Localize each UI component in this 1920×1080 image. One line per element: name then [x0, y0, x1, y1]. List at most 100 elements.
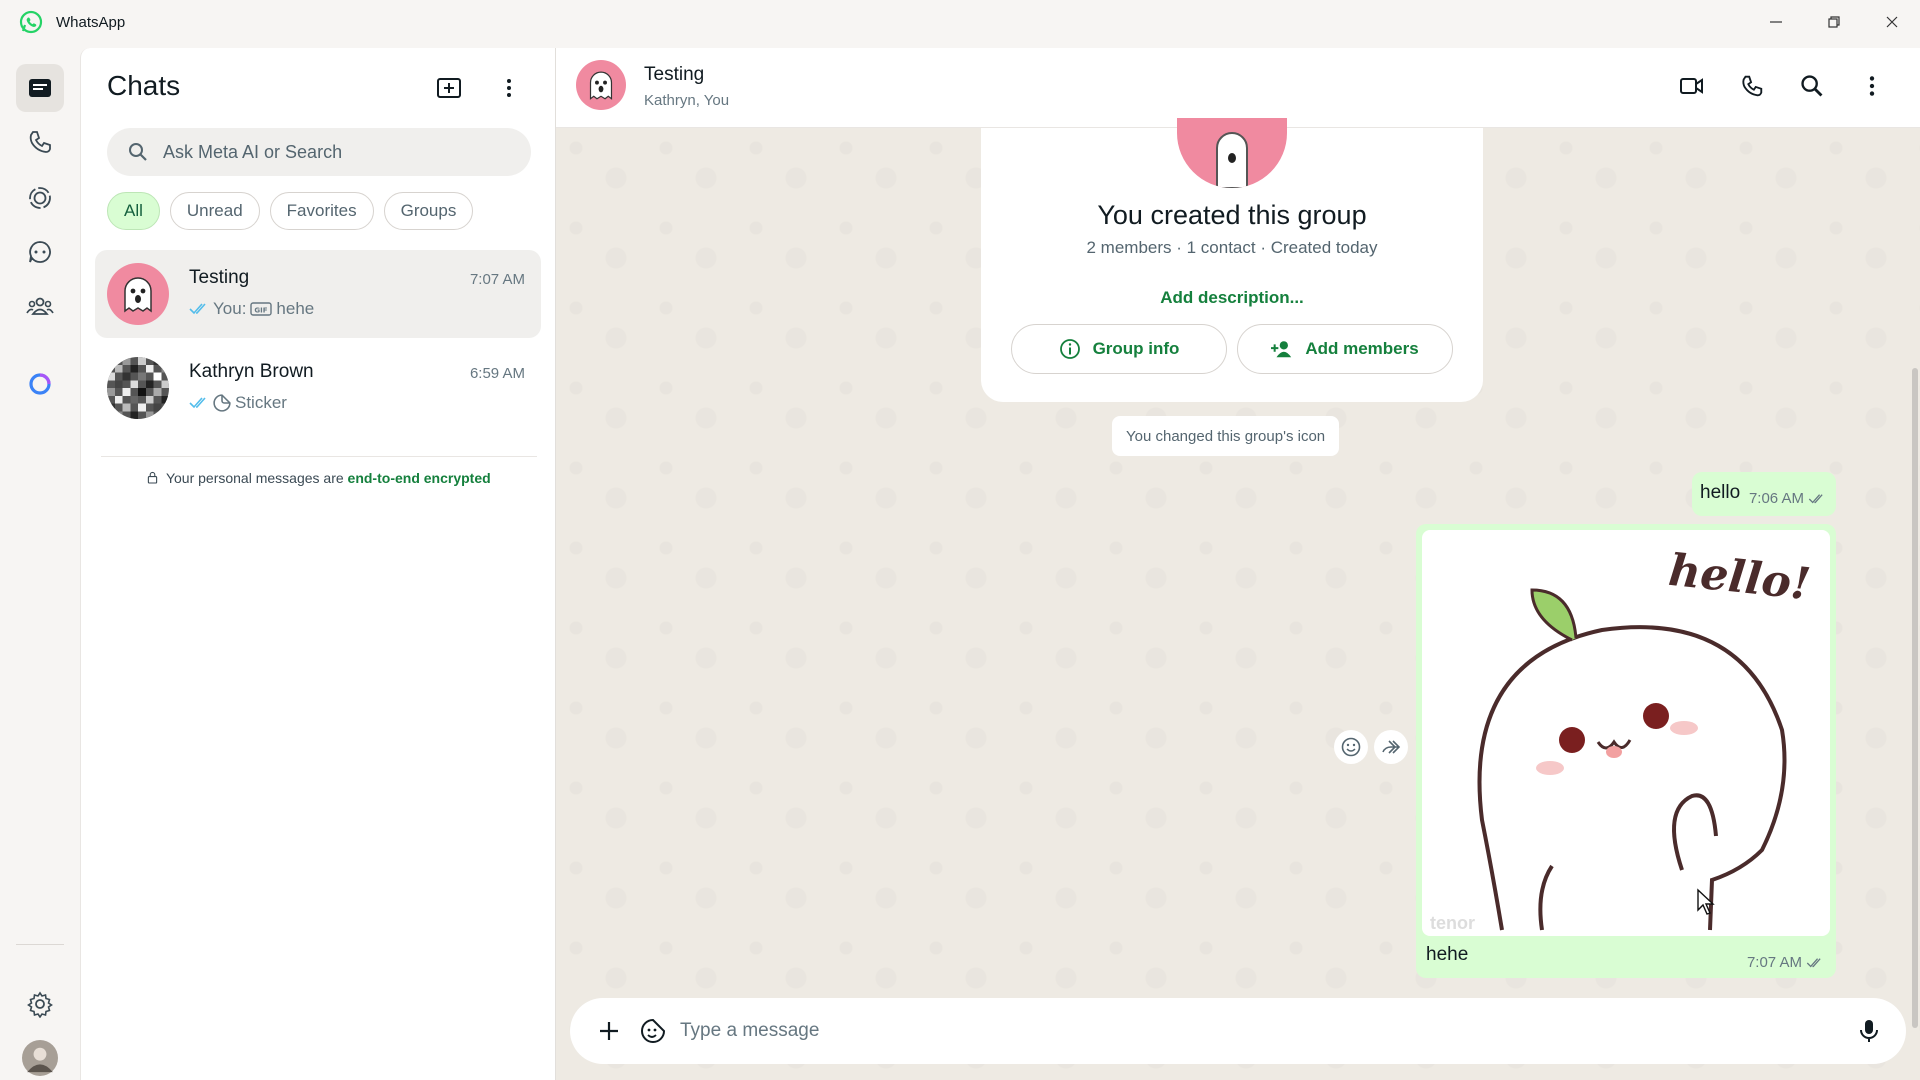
conversation-name: Testing — [644, 64, 705, 85]
add-members-button[interactable]: Add members — [1237, 324, 1453, 374]
chat-list-panel: Chats All Unread Favorites Groups Testin… — [80, 48, 556, 1080]
minimize-button[interactable] — [1748, 0, 1804, 44]
profile-avatar — [22, 1040, 58, 1076]
forward-button[interactable] — [1374, 730, 1408, 764]
preview-text: hehe — [276, 299, 315, 318]
chat-list-title: Chats — [107, 70, 181, 101]
preview-prefix: You: — [213, 299, 247, 318]
new-chat-button[interactable] — [429, 68, 469, 108]
gif-media[interactable]: hello! tenor — [1422, 530, 1830, 936]
list-divider — [101, 456, 537, 457]
chat-time: 6:59 AM — [469, 365, 525, 382]
ghost-icon — [576, 60, 626, 110]
minimize-icon — [1770, 21, 1782, 23]
more-options-icon — [507, 79, 511, 97]
search-input[interactable] — [163, 141, 523, 163]
conversation-members: Kathryn, You — [644, 92, 730, 109]
double-check-icon — [189, 397, 206, 409]
chat-preview: Sticker — [189, 393, 287, 413]
system-message: You changed this group's icon — [1112, 416, 1340, 456]
filter-groups[interactable]: Groups — [383, 192, 474, 230]
conversation-avatar[interactable] — [576, 60, 626, 110]
message-text: hello — [1700, 482, 1741, 503]
chat-row-testing[interactable]: Testing 7:07 AM You: GIF hehe — [95, 250, 541, 338]
sticker-emoji-icon — [641, 1018, 666, 1043]
rail-settings-button[interactable] — [16, 980, 64, 1028]
chats-icon — [29, 79, 51, 97]
group-created-card: You created this group 2 members · 1 con… — [981, 118, 1483, 402]
rail-chats-button[interactable] — [16, 64, 64, 112]
lock-icon — [148, 471, 158, 484]
search-messages-button[interactable] — [1790, 64, 1834, 108]
app-title: WhatsApp — [56, 13, 126, 31]
plus-icon — [600, 1022, 618, 1040]
group-info-label: Group info — [1092, 339, 1180, 358]
restore-icon — [1828, 16, 1840, 28]
gif-message-bubble[interactable]: hello! tenor hehe 7:07 AM — [1416, 524, 1836, 978]
message-text: hehe — [1426, 944, 1469, 965]
video-call-icon — [1680, 78, 1703, 94]
encryption-link[interactable]: end-to-end encrypted — [348, 470, 491, 486]
chat-list-menu-button[interactable] — [489, 68, 529, 108]
gif-icon: GIF — [250, 302, 273, 316]
chat-preview: You: GIF hehe — [189, 299, 314, 319]
new-chat-icon — [437, 78, 461, 98]
attach-button[interactable] — [586, 1008, 632, 1054]
search-box[interactable] — [107, 128, 531, 176]
group-icon-large — [1177, 118, 1287, 188]
group-created-title: You created this group — [1097, 200, 1367, 230]
close-icon — [1886, 16, 1898, 28]
search-icon — [1801, 75, 1823, 97]
conversation-menu-button[interactable] — [1850, 64, 1894, 108]
gif-caption-text: hello! — [1666, 545, 1813, 611]
message-bubble[interactable]: hello 7:06 AM — [1692, 472, 1836, 516]
svg-text:GIF: GIF — [255, 307, 268, 315]
profile-avatar-button[interactable] — [16, 1034, 64, 1080]
group-created-subtitle: 2 members · 1 contact · Created today — [1086, 238, 1378, 257]
title-bar: WhatsApp — [0, 0, 1920, 44]
chat-name: Kathryn Brown — [189, 361, 314, 382]
meta-ai-icon — [29, 373, 51, 395]
more-options-icon — [1869, 76, 1875, 96]
voice-call-button[interactable] — [1730, 64, 1774, 108]
ghost-icon — [107, 263, 169, 325]
add-description-link[interactable]: Add description... — [981, 288, 1483, 308]
mouse-cursor-icon — [1697, 888, 1715, 915]
rail-communities-button[interactable] — [16, 282, 64, 330]
forward-icon — [1382, 740, 1401, 754]
conversation-header[interactable]: Testing Kathryn, You — [556, 48, 1920, 128]
restore-button[interactable] — [1806, 0, 1862, 44]
calls-icon — [29, 131, 51, 153]
conversation-scrollbar[interactable] — [1912, 368, 1918, 1028]
pixelated-avatar-image — [107, 357, 169, 419]
microphone-icon — [1860, 1020, 1878, 1042]
react-button[interactable] — [1334, 730, 1368, 764]
message-input[interactable] — [680, 1016, 1830, 1046]
ghost-icon — [1216, 132, 1248, 188]
chat-row-kathryn-brown[interactable]: Kathryn Brown 6:59 AM Sticker — [95, 344, 541, 432]
message-time: 7:07 AM — [1746, 954, 1802, 971]
status-icon — [29, 187, 51, 209]
filter-all[interactable]: All — [107, 192, 160, 230]
preview-text: Sticker — [235, 393, 287, 412]
sticker-button[interactable] — [630, 1008, 676, 1054]
add-person-icon — [1271, 341, 1292, 358]
rail-channels-button[interactable] — [16, 228, 64, 276]
rail-calls-button[interactable] — [16, 118, 64, 166]
chat-name: Testing — [189, 267, 250, 288]
filter-unread[interactable]: Unread — [169, 192, 260, 230]
double-check-icon — [1806, 957, 1821, 967]
hello-sticker-image: hello! — [1477, 545, 1813, 931]
filter-favorites[interactable]: Favorites — [269, 192, 374, 230]
tenor-watermark: tenor — [1430, 913, 1475, 933]
voice-message-button[interactable] — [1846, 1008, 1892, 1054]
group-info-button[interactable]: Group info — [1011, 324, 1227, 374]
rail-meta-ai-button[interactable] — [16, 360, 64, 408]
double-check-icon — [189, 303, 206, 315]
rail-status-button[interactable] — [16, 174, 64, 222]
close-button[interactable] — [1864, 0, 1920, 44]
video-call-button[interactable] — [1670, 64, 1714, 108]
settings-icon — [27, 991, 53, 1018]
search-icon — [129, 143, 147, 161]
message-meta: 7:06 AM — [1749, 490, 1826, 507]
